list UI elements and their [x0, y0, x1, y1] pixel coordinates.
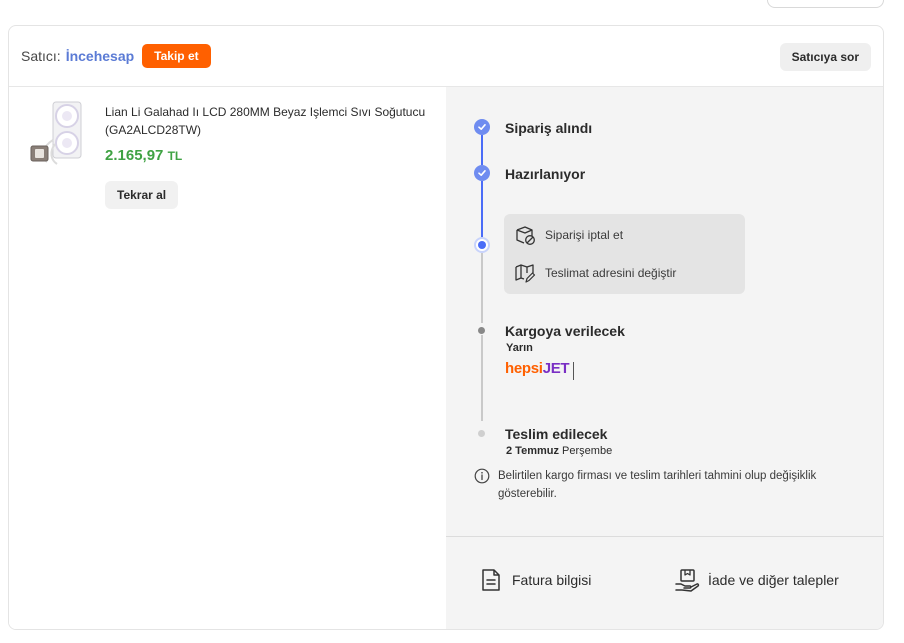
carrier-logo: hepsiJET	[505, 360, 575, 380]
change-address-action[interactable]: Teslimat adresini değiştir	[514, 261, 676, 285]
timeline-line-done-1	[481, 135, 483, 165]
product-name[interactable]: Lian Li Galahad Iı LCD 280MM Beyaz Işlem…	[105, 103, 435, 139]
current-step-indicator	[474, 237, 490, 253]
cancel-order-action[interactable]: Siparişi iptal et	[514, 223, 623, 247]
ask-seller-button[interactable]: Satıcıya sor	[779, 43, 871, 71]
product-price: 2.165,97 TL	[105, 147, 182, 164]
step-title-order-received: Sipariş alındı	[505, 120, 593, 136]
delivery-info-note: Belirtilen kargo firması ve teslim tarih…	[474, 467, 854, 503]
step-title-shipping: Kargoya verilecek	[505, 323, 625, 339]
delivery-date: 2 Temmuz Perşembe	[506, 445, 612, 457]
invoice-info-label: Fatura bilgisi	[512, 572, 592, 588]
invoice-icon	[482, 569, 500, 591]
seller-label: Satıcı:	[21, 48, 61, 64]
price-value: 2.165,97	[105, 147, 164, 164]
step-title-delivery: Teslim edilecek	[505, 426, 608, 442]
step-done-check-icon	[474, 119, 490, 135]
delivery-date-weekday: Perşembe	[562, 445, 613, 457]
price-currency: TL	[167, 149, 183, 163]
order-actions-box: Siparişi iptal et Teslimat adresini deği…	[504, 214, 745, 294]
seller-header: Satıcı: İncehesap Takip et Satıcıya sor	[9, 26, 883, 87]
invoice-info-button[interactable]: Fatura bilgisi	[478, 567, 591, 593]
step-pending-dot	[478, 327, 485, 334]
order-footer: Fatura bilgisi İade ve diğer talepler	[446, 536, 883, 629]
product-image[interactable]	[27, 100, 87, 170]
top-dropdown-stub[interactable]	[767, 0, 884, 8]
shipping-date: Yarın	[506, 342, 533, 354]
cancel-box-icon	[516, 226, 535, 245]
returns-requests-button[interactable]: İade ve diğer talepler	[674, 567, 839, 593]
change-address-label: Teslimat adresini değiştir	[545, 266, 677, 280]
step-title-preparing: Hazırlanıyor	[505, 166, 586, 182]
info-text: Belirtilen kargo firması ve teslim tarih…	[498, 470, 817, 500]
follow-button[interactable]: Takip et	[142, 44, 211, 68]
timeline-line-pending-2	[481, 335, 483, 421]
seller-name-link[interactable]: İncehesap	[66, 48, 134, 64]
step-done-check-icon	[474, 165, 490, 181]
cancel-order-label: Siparişi iptal et	[545, 228, 624, 242]
return-box-hand-icon	[675, 569, 700, 592]
map-edit-icon	[515, 264, 536, 283]
info-icon	[474, 468, 490, 484]
order-status-pane: Sipariş alındı Hazırlanıyor Siparişi ipt…	[446, 87, 883, 629]
product-pane: Lian Li Galahad Iı LCD 280MM Beyaz Işlem…	[9, 87, 446, 629]
reorder-button[interactable]: Tekrar al	[105, 181, 179, 209]
delivery-date-day: 2 Temmuz	[506, 445, 559, 457]
returns-requests-label: İade ve diğer talepler	[708, 572, 839, 588]
step-pending-dot	[478, 430, 485, 437]
timeline-line-pending-1	[481, 253, 483, 323]
order-card: Satıcı: İncehesap Takip et Satıcıya sor …	[8, 25, 884, 630]
